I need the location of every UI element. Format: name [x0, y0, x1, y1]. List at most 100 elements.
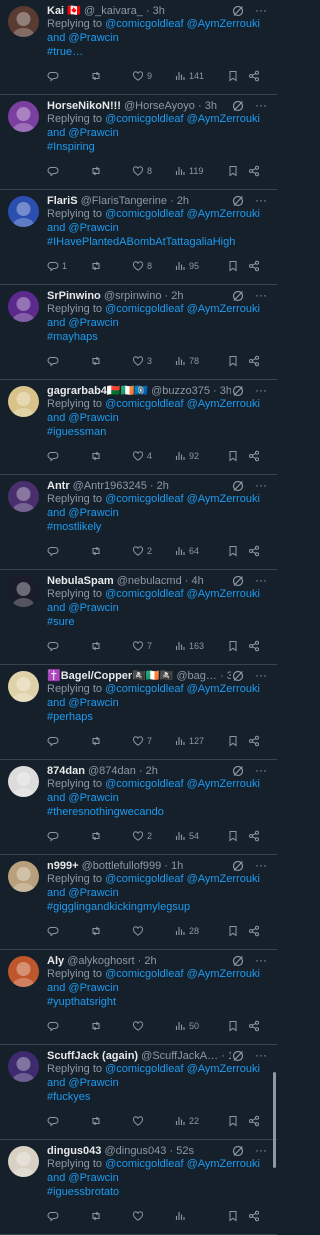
scrollbar[interactable] [273, 1072, 276, 1168]
avatar[interactable] [8, 1051, 39, 1082]
tweet[interactable]: Kai 🇨🇦 @_kaivara_ · 3h ··· Replying to @… [0, 0, 277, 95]
more-icon[interactable]: ··· [255, 953, 267, 967]
grok-icon[interactable] [232, 955, 244, 967]
grok-icon[interactable] [232, 1145, 244, 1157]
like-button[interactable]: 7 [132, 639, 152, 653]
hashtag-text[interactable]: #yupthatsright [47, 996, 116, 1008]
like-button[interactable]: 3 [132, 354, 152, 368]
tweet[interactable]: Antr @Antr1963245 · 2h ··· Replying to @… [0, 475, 277, 570]
more-icon[interactable]: ··· [255, 763, 267, 777]
display-name[interactable]: 874dan [47, 765, 85, 777]
timestamp[interactable]: 3h [205, 100, 217, 112]
retweet-button[interactable] [90, 354, 102, 368]
retweet-button[interactable] [90, 734, 102, 748]
reply-last-mention[interactable]: @Prawcin [68, 887, 118, 899]
reply-button[interactable] [47, 449, 62, 463]
share-button[interactable] [248, 1209, 260, 1223]
reply-last-mention[interactable]: @Prawcin [68, 982, 118, 994]
reply-last-mention[interactable]: @Prawcin [68, 697, 118, 709]
retweet-button[interactable] [90, 259, 102, 273]
reply-mentions[interactable]: @comicgoldleaf @AymZerrouki [105, 208, 260, 220]
hashtag-text[interactable]: #mostlikely [47, 521, 101, 533]
more-icon[interactable]: ··· [255, 288, 267, 302]
display-name[interactable]: dingus043 [47, 1145, 101, 1157]
bookmark-button[interactable] [227, 259, 239, 273]
views-button[interactable]: 119 [174, 164, 203, 178]
grok-icon[interactable] [232, 195, 244, 207]
like-button[interactable] [132, 924, 147, 938]
grok-icon[interactable] [232, 575, 244, 587]
reply-button[interactable] [47, 734, 62, 748]
bookmark-button[interactable] [227, 1019, 239, 1033]
timestamp[interactable]: 2h [146, 765, 158, 777]
grok-icon[interactable] [232, 290, 244, 302]
bookmark-button[interactable] [227, 734, 239, 748]
bookmark-button[interactable] [227, 164, 239, 178]
bookmark-button[interactable] [227, 924, 239, 938]
share-button[interactable] [248, 544, 260, 558]
reply-mentions[interactable]: @comicgoldleaf @AymZerrouki [105, 398, 260, 410]
reply-mentions[interactable]: @comicgoldleaf @AymZerrouki [105, 1063, 260, 1075]
views-button[interactable] [174, 1209, 189, 1223]
views-button[interactable]: 64 [174, 544, 199, 558]
grok-icon[interactable] [232, 480, 244, 492]
views-button[interactable]: 95 [174, 259, 199, 273]
reply-button[interactable] [47, 69, 62, 83]
reply-mentions[interactable]: @comicgoldleaf @AymZerrouki [105, 493, 260, 505]
reply-mentions[interactable]: @comicgoldleaf @AymZerrouki [105, 1158, 260, 1170]
reply-button[interactable] [47, 544, 62, 558]
share-button[interactable] [248, 449, 260, 463]
like-button[interactable]: 8 [132, 164, 152, 178]
tweet[interactable]: Aly @alykoghosrt · 2h ··· Replying to @c… [0, 950, 277, 1045]
timestamp[interactable]: 2h [177, 195, 189, 207]
reply-mentions[interactable]: @comicgoldleaf @AymZerrouki [105, 588, 260, 600]
grok-icon[interactable] [232, 385, 244, 397]
hashtag-text[interactable]: #theresnothingwecando [47, 806, 164, 818]
display-name[interactable]: SrPinwino [47, 290, 101, 302]
bookmark-button[interactable] [227, 544, 239, 558]
bookmark-button[interactable] [227, 449, 239, 463]
reply-last-mention[interactable]: @Prawcin [68, 1172, 118, 1184]
reply-button[interactable] [47, 639, 62, 653]
tweet[interactable]: SrPinwino @srpinwino · 2h ··· Replying t… [0, 285, 277, 380]
reply-last-mention[interactable]: @Prawcin [68, 1077, 118, 1089]
timestamp[interactable]: 3h [227, 670, 231, 682]
hashtag-text[interactable]: #gigglingandkickingmylegsup [47, 901, 190, 913]
hashtag-text[interactable]: #iguessbrotato [47, 1186, 119, 1198]
more-icon[interactable]: ··· [255, 858, 267, 872]
more-icon[interactable]: ··· [255, 98, 267, 112]
hashtag-text[interactable]: #Inspiring [47, 141, 95, 153]
reply-mentions[interactable]: @comicgoldleaf @AymZerrouki [105, 303, 260, 315]
user-handle[interactable]: @FlarisTangerine [81, 195, 167, 207]
avatar[interactable] [8, 861, 39, 892]
user-handle[interactable]: @dingus043 [104, 1145, 166, 1157]
avatar[interactable] [8, 481, 39, 512]
avatar[interactable] [8, 291, 39, 322]
retweet-button[interactable] [90, 1209, 102, 1223]
user-handle[interactable]: @alykoghosrt [67, 955, 134, 967]
hashtag-text[interactable]: #perhaps [47, 711, 93, 723]
like-button[interactable]: 2 [132, 544, 152, 558]
share-button[interactable] [248, 829, 260, 843]
like-button[interactable]: 2 [132, 829, 152, 843]
bookmark-button[interactable] [227, 69, 239, 83]
reply-last-mention[interactable]: @Prawcin [68, 317, 118, 329]
share-button[interactable] [248, 69, 260, 83]
bookmark-button[interactable] [227, 1114, 239, 1128]
tweet[interactable]: dingus043 @dingus043 · 52s ··· Replying … [0, 1140, 277, 1235]
timestamp[interactable]: 1h [228, 1050, 231, 1062]
retweet-button[interactable] [90, 449, 102, 463]
retweet-button[interactable] [90, 69, 102, 83]
reply-mentions[interactable]: @comicgoldleaf @AymZerrouki [105, 873, 260, 885]
reply-button[interactable] [47, 1114, 62, 1128]
bookmark-button[interactable] [227, 829, 239, 843]
share-button[interactable] [248, 354, 260, 368]
views-button[interactable]: 28 [174, 924, 199, 938]
timestamp[interactable]: 52s [176, 1145, 194, 1157]
reply-last-mention[interactable]: @Prawcin [68, 602, 118, 614]
user-handle[interactable]: @HorseAyoyo [124, 100, 195, 112]
timestamp[interactable]: 2h [157, 480, 169, 492]
reply-button[interactable] [47, 354, 62, 368]
avatar[interactable] [8, 196, 39, 227]
grok-icon[interactable] [232, 860, 244, 872]
